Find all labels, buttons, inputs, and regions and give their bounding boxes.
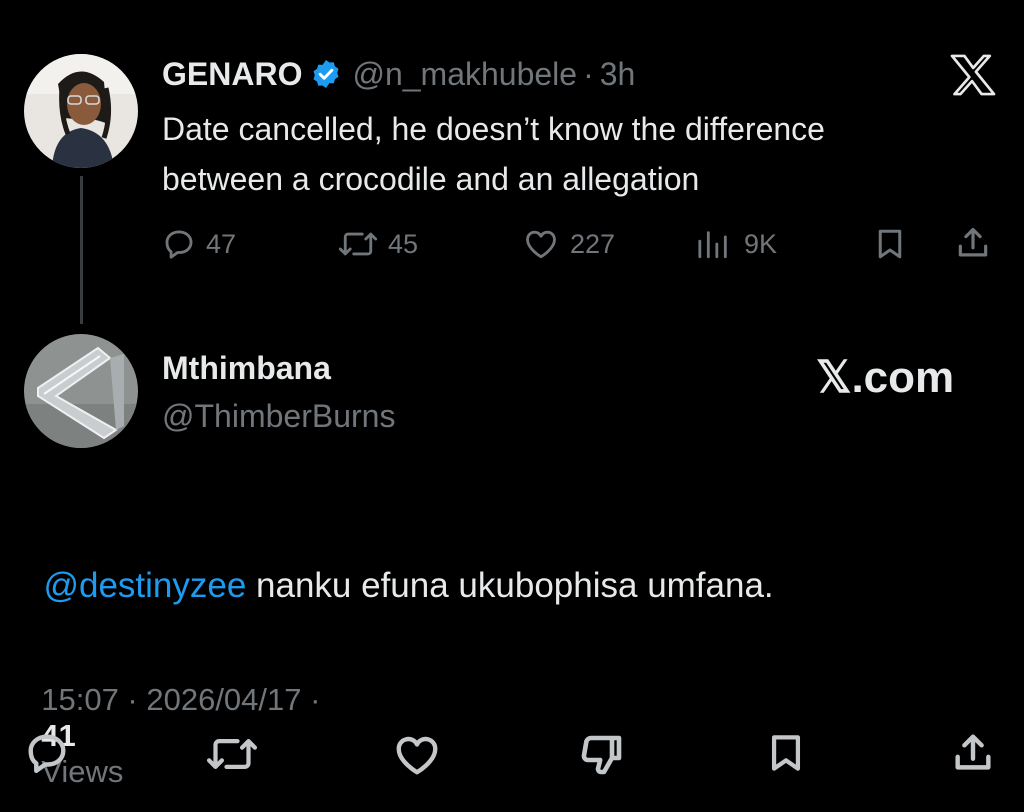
- avatar-genaro[interactable]: [24, 54, 138, 168]
- tweet-header: GENARO @n_makhubele · 3h: [162, 54, 635, 94]
- reply-icon: [162, 227, 196, 261]
- author-name[interactable]: GENARO: [162, 56, 302, 93]
- verified-badge-icon: [310, 58, 342, 90]
- reply-action[interactable]: 47: [162, 224, 236, 264]
- dot-separator: ·: [583, 55, 594, 92]
- share-button[interactable]: [950, 730, 996, 776]
- reply-author-handle[interactable]: @ThimberBurns: [162, 398, 395, 435]
- views-action[interactable]: 9K: [694, 224, 777, 264]
- tweet-text-line-1: Date cancelled, he doesn’t know the diff…: [162, 111, 825, 147]
- dislike-icon[interactable]: [578, 730, 626, 778]
- bookmark-icon[interactable]: [872, 226, 908, 262]
- repost-count: 45: [388, 228, 419, 259]
- x-com-watermark: 𝕏.com: [816, 353, 955, 402]
- mention-link[interactable]: @destinyzee: [43, 566, 246, 605]
- reply-button[interactable]: [24, 730, 70, 776]
- bookmark-button[interactable]: [764, 730, 808, 776]
- like-button[interactable]: [390, 732, 444, 778]
- reply-count: 47: [206, 228, 237, 259]
- thread-connector-line: [80, 176, 83, 324]
- reply-text: @destinyzee nanku efuna ukubophisa umfan…: [24, 526, 774, 606]
- avatar-mthimbana[interactable]: [24, 334, 138, 448]
- tweet-text: Date cancelled, he doesn’t know the diff…: [162, 104, 825, 204]
- repost-action[interactable]: 45: [338, 224, 418, 264]
- reply-author-name[interactable]: Mthimbana: [162, 350, 331, 387]
- author-handle[interactable]: @n_makhubele: [352, 56, 577, 93]
- timestamp[interactable]: 15:07 · 2026/04/17 ·: [41, 682, 320, 717]
- repost-button[interactable]: [206, 732, 258, 776]
- views-count: 9K: [744, 228, 778, 259]
- views-icon: [694, 227, 734, 261]
- tweet-text-line-2: between a crocodile and an allegation: [162, 161, 700, 197]
- like-action[interactable]: 227: [522, 224, 615, 264]
- like-icon: [522, 227, 560, 261]
- reply-text-body: nanku efuna ukubophisa umfana.: [246, 566, 774, 605]
- share-icon[interactable]: [954, 224, 992, 262]
- x-logo-icon[interactable]: [950, 54, 996, 96]
- repost-icon: [338, 227, 378, 261]
- like-count: 227: [570, 228, 616, 259]
- tweet-time[interactable]: 3h: [600, 56, 636, 93]
